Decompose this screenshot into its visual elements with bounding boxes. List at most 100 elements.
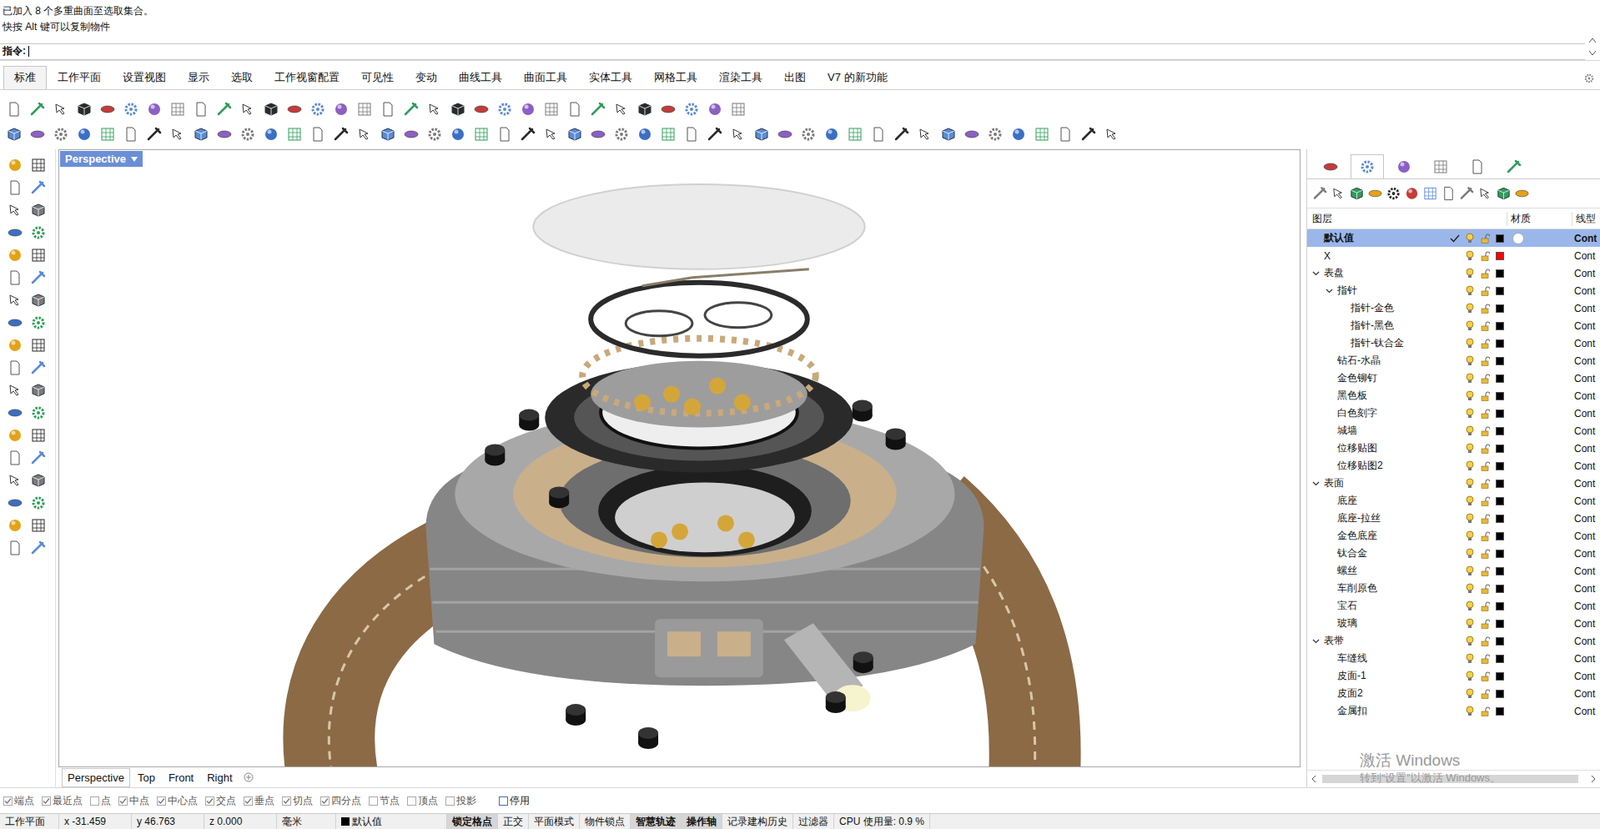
layer-color[interactable] — [1495, 357, 1505, 366]
toolbar-button[interactable] — [377, 123, 398, 146]
toolbar-button[interactable] — [27, 379, 49, 402]
toolbar-button[interactable] — [27, 469, 49, 492]
toolbar-button[interactable] — [377, 98, 398, 121]
toolbar-button[interactable] — [4, 492, 26, 514]
toolbar-button[interactable] — [1477, 184, 1494, 203]
toolbar-button[interactable] — [96, 123, 118, 146]
toolbar-button[interactable] — [1440, 184, 1457, 203]
panel-tab[interactable] — [1387, 154, 1421, 179]
toolbar-button[interactable] — [563, 98, 585, 121]
lock-icon[interactable] — [1480, 268, 1490, 279]
toolbar-button[interactable] — [1403, 184, 1420, 203]
lock-icon[interactable] — [1480, 636, 1490, 647]
linetype[interactable]: Cont — [1572, 355, 1600, 368]
toolbar-button[interactable] — [1312, 184, 1329, 203]
toolbar-button[interactable] — [587, 123, 609, 146]
osnap-checkbox[interactable]: 投影 — [445, 794, 477, 809]
scroll-down-icon[interactable] — [1588, 50, 1597, 57]
toolbar-button[interactable] — [260, 123, 282, 146]
status-toggle[interactable]: 操作轴 — [681, 814, 723, 829]
lock-icon[interactable] — [1480, 496, 1490, 507]
status-toggle[interactable]: 正交 — [498, 814, 529, 829]
panel-tab[interactable] — [1460, 154, 1495, 179]
toolbar-button[interactable] — [4, 402, 26, 424]
toolbar-tab[interactable]: V7 的新功能 — [816, 65, 899, 90]
bulb-icon[interactable] — [1465, 653, 1475, 665]
bulb-icon[interactable] — [1465, 670, 1475, 682]
layer-color[interactable] — [1495, 497, 1505, 506]
toolbar-button[interactable] — [470, 123, 492, 146]
bulb-icon[interactable] — [1465, 495, 1475, 507]
toolbar-button[interactable] — [587, 98, 609, 121]
toolbar-tab[interactable]: 设置视图 — [111, 65, 177, 90]
toolbar-button[interactable] — [1348, 184, 1365, 203]
toolbar-button[interactable] — [727, 123, 749, 146]
toolbar-tab[interactable]: 工作平面 — [46, 65, 112, 90]
layer-color[interactable] — [1495, 672, 1505, 681]
layer-row[interactable]: 皮面2Cont — [1307, 684, 1600, 703]
units[interactable]: 毫米 — [276, 814, 337, 829]
linetype[interactable]: Cont — [1572, 600, 1600, 613]
expand-icon[interactable] — [1312, 269, 1320, 277]
osnap-checkbox[interactable]: 顶点 — [407, 794, 438, 809]
toolbar-button[interactable] — [236, 98, 258, 121]
toolbar-button[interactable] — [540, 123, 562, 146]
toolbar-button[interactable] — [50, 98, 71, 121]
toolbar-button[interactable] — [1101, 123, 1123, 146]
linetype[interactable]: Cont — [1572, 267, 1600, 280]
linetype[interactable]: Cont — [1572, 495, 1600, 508]
toolbar-button[interactable] — [4, 266, 26, 289]
scroll-up-icon[interactable] — [1588, 36, 1597, 44]
toolbar-button[interactable] — [330, 98, 352, 121]
linetype[interactable]: Cont — [1572, 548, 1600, 560]
toolbar-button[interactable] — [727, 98, 749, 121]
bulb-icon[interactable] — [1465, 583, 1475, 594]
toolbar-button[interactable] — [563, 123, 585, 146]
toolbar-button[interactable] — [704, 98, 725, 121]
viewport-tab[interactable]: Right — [201, 768, 238, 788]
layer-color[interactable] — [1495, 654, 1505, 664]
toolbar-button[interactable] — [166, 123, 188, 146]
lock-icon[interactable] — [1480, 408, 1490, 419]
scroll-right-icon[interactable] — [1589, 774, 1597, 784]
toolbar-button[interactable] — [73, 123, 95, 146]
layer-row[interactable]: 表带Cont — [1307, 632, 1600, 650]
toolbar-tab[interactable]: 曲线工具 — [447, 65, 514, 90]
linetype[interactable]: Cont — [1572, 302, 1600, 315]
status-toggle[interactable]: 物件锁点 — [579, 814, 631, 829]
layer-row[interactable]: 钻石-水晶Cont — [1307, 352, 1600, 370]
osnap-checkbox[interactable]: 端点 — [3, 794, 35, 809]
toolbar-button[interactable] — [610, 98, 632, 121]
toolbar-button[interactable] — [657, 123, 679, 146]
toolbar-button[interactable] — [1367, 184, 1384, 203]
linetype[interactable]: Cont — [1572, 670, 1600, 683]
layer-color[interactable] — [1495, 269, 1505, 278]
layer-color[interactable] — [1495, 251, 1505, 261]
lock-icon[interactable] — [1480, 251, 1490, 262]
bulb-icon[interactable] — [1465, 460, 1475, 472]
layer-color[interactable] — [1495, 514, 1505, 524]
toolbar-button[interactable] — [493, 98, 515, 121]
viewport-title[interactable]: Perspective — [60, 150, 143, 167]
lock-icon[interactable] — [1480, 286, 1490, 297]
column-header[interactable]: 线型 — [1572, 211, 1600, 227]
toolbar-button[interactable] — [633, 123, 655, 146]
lock-icon[interactable] — [1480, 513, 1490, 524]
toolbar-button[interactable] — [4, 424, 26, 447]
toolbar-button[interactable] — [120, 98, 141, 121]
linetype[interactable]: Cont — [1572, 407, 1600, 420]
bulb-icon[interactable] — [1465, 232, 1475, 244]
history-scrollbar[interactable] — [1584, 0, 1600, 61]
toolbar-button[interactable] — [1495, 184, 1512, 203]
toolbar-button[interactable] — [4, 244, 26, 267]
toolbar-button[interactable] — [1514, 184, 1530, 203]
toolbar-button[interactable] — [867, 123, 889, 146]
bulb-icon[interactable] — [1465, 442, 1475, 454]
osnap-checkbox[interactable]: 四分点 — [320, 794, 362, 809]
lock-icon[interactable] — [1480, 426, 1490, 437]
bulb-icon[interactable] — [1465, 337, 1475, 349]
lock-icon[interactable] — [1480, 548, 1490, 559]
toolbar-tab[interactable]: 显示 — [176, 65, 221, 90]
layer-color[interactable] — [1495, 532, 1505, 541]
osnap-checkbox[interactable]: 交点 — [205, 794, 237, 809]
